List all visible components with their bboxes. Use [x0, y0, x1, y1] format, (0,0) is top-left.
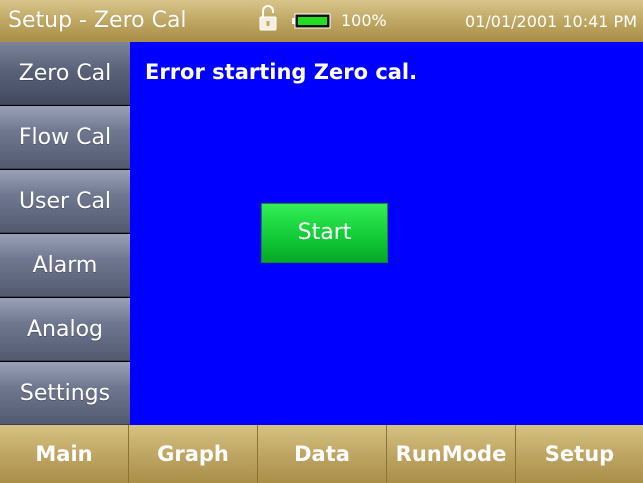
nav-data-button[interactable]: Data: [258, 425, 387, 483]
main-panel: Error starting Zero cal. Start: [130, 42, 643, 425]
error-message: Error starting Zero cal.: [145, 60, 418, 84]
sidebar-item-analog[interactable]: Analog: [0, 298, 130, 361]
nav-graph-button[interactable]: Graph: [129, 425, 258, 483]
page-title: Setup - Zero Cal: [8, 8, 187, 33]
sidebar-item-settings[interactable]: Settings: [0, 362, 130, 425]
sidebar-item-flow-cal[interactable]: Flow Cal: [0, 106, 130, 169]
nav-main-button[interactable]: Main: [0, 425, 129, 483]
sidebar-item-user-cal[interactable]: User Cal: [0, 170, 130, 233]
start-button[interactable]: Start: [261, 203, 388, 263]
title-bar: Setup - Zero Cal 100% 01/01/2001 10:41 P…: [0, 0, 643, 42]
battery-percentage: 100%: [341, 11, 387, 30]
date-time: 01/01/2001 10:41 PM: [465, 12, 637, 31]
unlocked-padlock-icon[interactable]: [259, 4, 277, 32]
sidebar-item-alarm[interactable]: Alarm: [0, 234, 130, 297]
nav-runmode-button[interactable]: RunMode: [387, 425, 516, 483]
sidebar-item-zero-cal[interactable]: Zero Cal: [0, 42, 130, 105]
battery-icon: [292, 13, 332, 29]
bottom-nav: Main Graph Data RunMode Setup: [0, 425, 643, 483]
nav-setup-button[interactable]: Setup: [516, 425, 643, 483]
sidebar: Zero Cal Flow Cal User Cal Alarm Analog …: [0, 42, 130, 425]
